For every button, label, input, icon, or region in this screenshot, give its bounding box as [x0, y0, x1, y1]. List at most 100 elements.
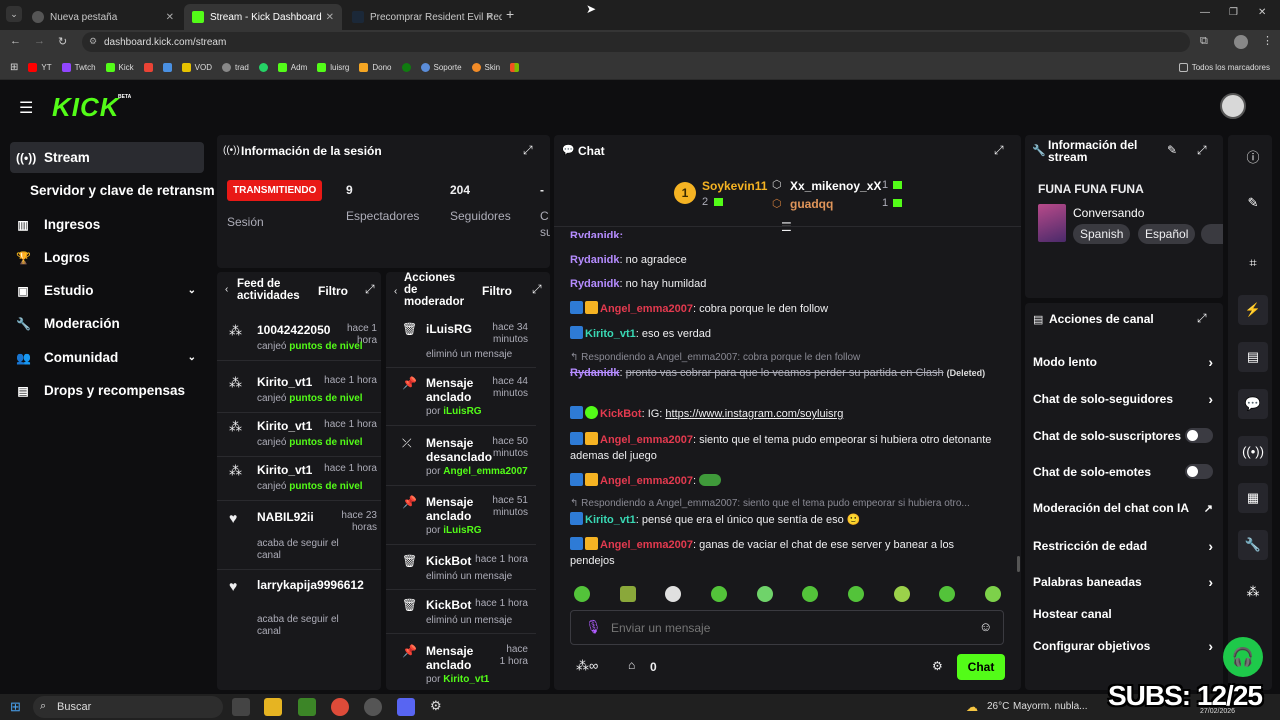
all-bookmarks[interactable]: Todos los marcadores: [1178, 62, 1270, 72]
emotes-only-toggle[interactable]: [1185, 464, 1213, 479]
bookmark-luisrg[interactable]: luisrg: [317, 62, 349, 72]
store-icon[interactable]: ⌂: [628, 658, 635, 672]
chat-message-input[interactable]: [611, 617, 951, 639]
chrome-icon[interactable]: [331, 698, 349, 716]
emote-icon[interactable]: [802, 586, 818, 602]
obs-icon[interactable]: [364, 698, 382, 716]
browser-menu-icon[interactable]: ⋮: [1262, 34, 1273, 47]
reload-icon[interactable]: ↻: [58, 35, 67, 48]
emote-icon[interactable]: [665, 586, 681, 602]
forward-arrow-icon[interactable]: →: [34, 35, 45, 47]
close-icon[interactable]: ✕: [486, 12, 494, 23]
site-info-icon[interactable]: ⚙: [89, 36, 97, 47]
action-followers-only[interactable]: Chat de solo-seguidores ›: [1033, 391, 1213, 407]
sidebar-item-stream[interactable]: ((•)) Stream: [10, 142, 204, 173]
file-explorer-icon[interactable]: [264, 698, 282, 716]
wrench-icon[interactable]: 🔧: [1238, 530, 1268, 560]
minecraft-icon[interactable]: [298, 698, 316, 716]
broadcast-icon[interactable]: ((•)): [1238, 436, 1268, 466]
bookmark-skin[interactable]: Skin: [471, 62, 500, 72]
subscribers-only-toggle[interactable]: [1185, 428, 1213, 443]
tag-chip[interactable]: Spanish: [1073, 224, 1131, 244]
bookmark-adm[interactable]: Adm: [277, 62, 307, 72]
sidebar-item-estudio[interactable]: ▣ Estudio ⌄: [10, 275, 204, 306]
channel-points-icon[interactable]: ⁂∞: [576, 658, 598, 674]
stream-category[interactable]: Conversando: [1073, 206, 1144, 220]
maximize-icon[interactable]: ❐: [1229, 7, 1238, 18]
lightning-icon[interactable]: ⚡: [1238, 295, 1268, 325]
sidebar-item-ingresos[interactable]: ▥ Ingresos: [10, 209, 204, 240]
edit-pencil-icon[interactable]: ✎: [1167, 143, 1177, 157]
bookmark-xbox-icon[interactable]: [401, 62, 411, 72]
emote-icon[interactable]: [574, 586, 590, 602]
emote-icon[interactable]: [711, 586, 727, 602]
points-icon[interactable]: ⁂: [1238, 577, 1268, 607]
close-icon[interactable]: ✕: [326, 12, 334, 23]
notes-icon[interactable]: ▤: [1238, 342, 1268, 372]
popout-icon[interactable]: ⤢: [1197, 143, 1207, 158]
back-arrow-icon[interactable]: ←: [10, 35, 21, 47]
action-configure-goals[interactable]: Configurar objetivos ›: [1033, 638, 1213, 654]
category-thumbnail[interactable]: [1038, 204, 1066, 242]
bookmark-whatsapp-icon[interactable]: [258, 62, 268, 72]
windows-start-icon[interactable]: ⊞: [10, 699, 21, 715]
top-gifter-name[interactable]: Soykevin11: [702, 179, 767, 193]
kick-logo[interactable]: KICK: [52, 92, 120, 123]
action-host-channel[interactable]: Hostear canal: [1033, 607, 1213, 621]
tag-chip[interactable]: Español: [1138, 224, 1196, 244]
chevron-left-icon[interactable]: ‹: [394, 286, 397, 297]
support-headset-icon[interactable]: 🎧: [1223, 637, 1263, 677]
discord-icon[interactable]: [397, 698, 415, 716]
screenshot-icon[interactable]: ⌗: [1238, 248, 1268, 278]
action-age-restriction[interactable]: Restricción de edad ›: [1033, 538, 1213, 554]
emote-icon[interactable]: [939, 586, 955, 602]
info-icon[interactable]: ⓘ: [1238, 141, 1268, 171]
chevron-left-icon[interactable]: ‹: [225, 284, 228, 295]
popout-icon[interactable]: ⤢: [1197, 311, 1207, 326]
bookmark-yt[interactable]: YT: [28, 62, 52, 72]
task-view-icon[interactable]: [232, 698, 250, 716]
popout-icon[interactable]: ⤢: [532, 282, 542, 297]
mod-filter-button[interactable]: Filtro: [482, 284, 512, 298]
tag-chip-overflow[interactable]: [1201, 224, 1223, 244]
emote-icon[interactable]: [848, 586, 864, 602]
emoji-picker-icon[interactable]: ☺: [979, 619, 992, 634]
third-gifter-name[interactable]: guadqq: [790, 197, 833, 211]
sidebar-item-logros[interactable]: 🏆 Logros: [10, 242, 204, 273]
sidebar-item-server-key[interactable]: Servidor y clave de retransm: [10, 175, 214, 206]
emote-icon[interactable]: [985, 586, 1001, 602]
hamburger-menu-icon[interactable]: ☰: [19, 98, 33, 118]
bookmark-kick[interactable]: Kick: [105, 62, 134, 72]
popout-icon[interactable]: ⤢: [523, 143, 533, 158]
edit-pencil-icon[interactable]: ✎: [1238, 188, 1268, 218]
emote-icon[interactable]: [894, 586, 910, 602]
url-field[interactable]: ⚙ dashboard.kick.com/stream: [82, 32, 1190, 52]
extensions-icon[interactable]: ⧉: [1200, 35, 1208, 48]
tab-new-tab[interactable]: Nueva pestaña ✕: [24, 4, 182, 30]
action-slow-mode[interactable]: Modo lento ›: [1033, 354, 1213, 370]
window-close-icon[interactable]: ✕: [1258, 7, 1266, 18]
popout-icon[interactable]: ⤢: [365, 282, 375, 297]
tab-list-icon[interactable]: ⌄: [6, 6, 22, 22]
taskbar-search[interactable]: ⌕ Buscar: [33, 696, 223, 718]
settings-gear-icon[interactable]: ⚙: [430, 698, 442, 714]
profile-avatar[interactable]: [1234, 35, 1248, 49]
bookmark-dono[interactable]: Dono: [359, 62, 392, 72]
bookmark-gmail-icon[interactable]: [143, 62, 153, 72]
feed-filter-button[interactable]: Filtro: [318, 284, 348, 298]
sidebar-item-comunidad[interactable]: 👥 Comunidad ⌄: [10, 342, 204, 373]
new-tab-plus-icon[interactable]: +: [506, 6, 514, 22]
bookmark-microsoft-icon[interactable]: [510, 62, 520, 72]
microphone-icon[interactable]: 🎙: [585, 619, 602, 635]
bookmark-soporte[interactable]: Soporte: [420, 62, 462, 72]
layout-icon[interactable]: ▦: [1238, 483, 1268, 513]
popout-icon[interactable]: ⤢: [994, 143, 1004, 158]
send-chat-button[interactable]: Chat: [957, 654, 1005, 680]
bookmark-trad[interactable]: trad: [222, 62, 249, 72]
apps-grid-icon[interactable]: ⊞: [10, 62, 18, 73]
tab-resident-evil[interactable]: Precomprar Resident Evil Requ ✕: [344, 4, 502, 30]
minimize-icon[interactable]: —: [1200, 7, 1210, 18]
chat-settings-gear-icon[interactable]: ⚙: [932, 659, 943, 673]
sidebar-item-drops[interactable]: ▤ Drops y recompensas: [10, 375, 204, 406]
chat-bubble-icon[interactable]: 💬: [1238, 389, 1268, 419]
